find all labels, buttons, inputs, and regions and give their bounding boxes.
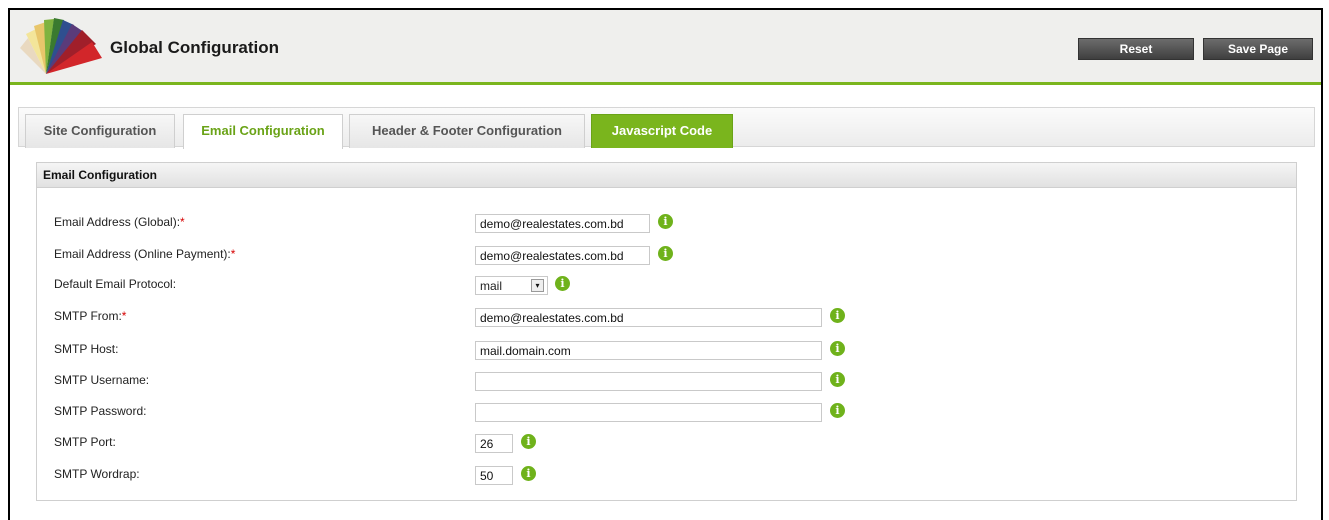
info-icon[interactable]: i bbox=[830, 403, 845, 418]
required-marker: * bbox=[121, 309, 127, 323]
form-row-smtp-wordrap: SMTP Wordrap: 50 i bbox=[37, 462, 1296, 488]
form-row-email-global: Email Address (Global):* demo@realestate… bbox=[37, 210, 1296, 236]
email-global-input[interactable]: demo@realestates.com.bd bbox=[475, 214, 650, 233]
form-row-smtp-password: SMTP Password: i bbox=[37, 399, 1296, 425]
smtp-password-input[interactable] bbox=[475, 403, 822, 422]
info-icon[interactable]: i bbox=[830, 308, 845, 323]
select-value: mail bbox=[480, 279, 503, 293]
email-online-payment-input[interactable]: demo@realestates.com.bd bbox=[475, 246, 650, 265]
smtp-host-input[interactable]: mail.domain.com bbox=[475, 341, 822, 360]
panel-title: Email Configuration bbox=[37, 163, 1296, 188]
smtp-from-input[interactable]: demo@realestates.com.bd bbox=[475, 308, 822, 327]
info-icon[interactable]: i bbox=[658, 246, 673, 261]
header: Global Configuration Reset Save Page bbox=[10, 10, 1321, 85]
smtp-username-input[interactable] bbox=[475, 372, 822, 391]
required-marker: * bbox=[230, 247, 236, 261]
info-icon[interactable]: i bbox=[658, 214, 673, 229]
required-marker: * bbox=[180, 215, 185, 229]
field-label: SMTP Host: bbox=[54, 342, 119, 356]
info-icon[interactable]: i bbox=[521, 434, 536, 449]
smtp-port-input[interactable]: 26 bbox=[475, 434, 513, 453]
tab-email-configuration[interactable]: Email Configuration bbox=[183, 114, 343, 149]
form-row-smtp-port: SMTP Port: 26 i bbox=[37, 430, 1296, 456]
page-title: Global Configuration bbox=[110, 38, 280, 57]
tab-bar: Site Configuration Email Configuration H… bbox=[18, 107, 1315, 149]
tab-javascript-code[interactable]: Javascript Code bbox=[591, 114, 733, 148]
form-row-smtp-host: SMTP Host: mail.domain.com i bbox=[37, 337, 1296, 363]
form-row-email-online-payment: Email Address (Online Payment):* demo@re… bbox=[37, 242, 1296, 268]
email-protocol-select[interactable]: mail ▾ bbox=[475, 276, 548, 295]
field-label: SMTP Wordrap: bbox=[54, 467, 140, 481]
chevron-down-icon[interactable]: ▾ bbox=[531, 279, 544, 292]
save-page-button[interactable]: Save Page bbox=[1203, 38, 1313, 60]
info-icon[interactable]: i bbox=[830, 341, 845, 356]
reset-button[interactable]: Reset bbox=[1078, 38, 1194, 60]
info-icon[interactable]: i bbox=[830, 372, 845, 387]
email-configuration-panel: Email Configuration Email Address (Globa… bbox=[36, 162, 1297, 501]
tab-site-configuration[interactable]: Site Configuration bbox=[25, 114, 175, 148]
field-label: Email Address (Global):* bbox=[54, 215, 185, 229]
color-swatch-logo bbox=[20, 18, 102, 74]
field-label: SMTP From:* bbox=[54, 309, 127, 323]
field-label: SMTP Port: bbox=[54, 435, 116, 449]
field-label: SMTP Password: bbox=[54, 404, 147, 418]
field-label: Default Email Protocol: bbox=[54, 277, 177, 291]
form-row-smtp-username: SMTP Username: i bbox=[37, 368, 1296, 394]
info-icon[interactable]: i bbox=[521, 466, 536, 481]
form-row-email-protocol: Default Email Protocol: mail ▾ i bbox=[37, 272, 1296, 298]
app-window: Global Configuration Reset Save Page Sit… bbox=[8, 8, 1323, 520]
field-label: Email Address (Online Payment):* bbox=[54, 247, 236, 261]
tab-header-footer-configuration[interactable]: Header & Footer Configuration bbox=[349, 114, 585, 148]
form-row-smtp-from: SMTP From:* demo@realestates.com.bd i bbox=[37, 304, 1296, 330]
field-label: SMTP Username: bbox=[54, 373, 150, 387]
smtp-wordrap-input[interactable]: 50 bbox=[475, 466, 513, 485]
info-icon[interactable]: i bbox=[555, 276, 570, 291]
